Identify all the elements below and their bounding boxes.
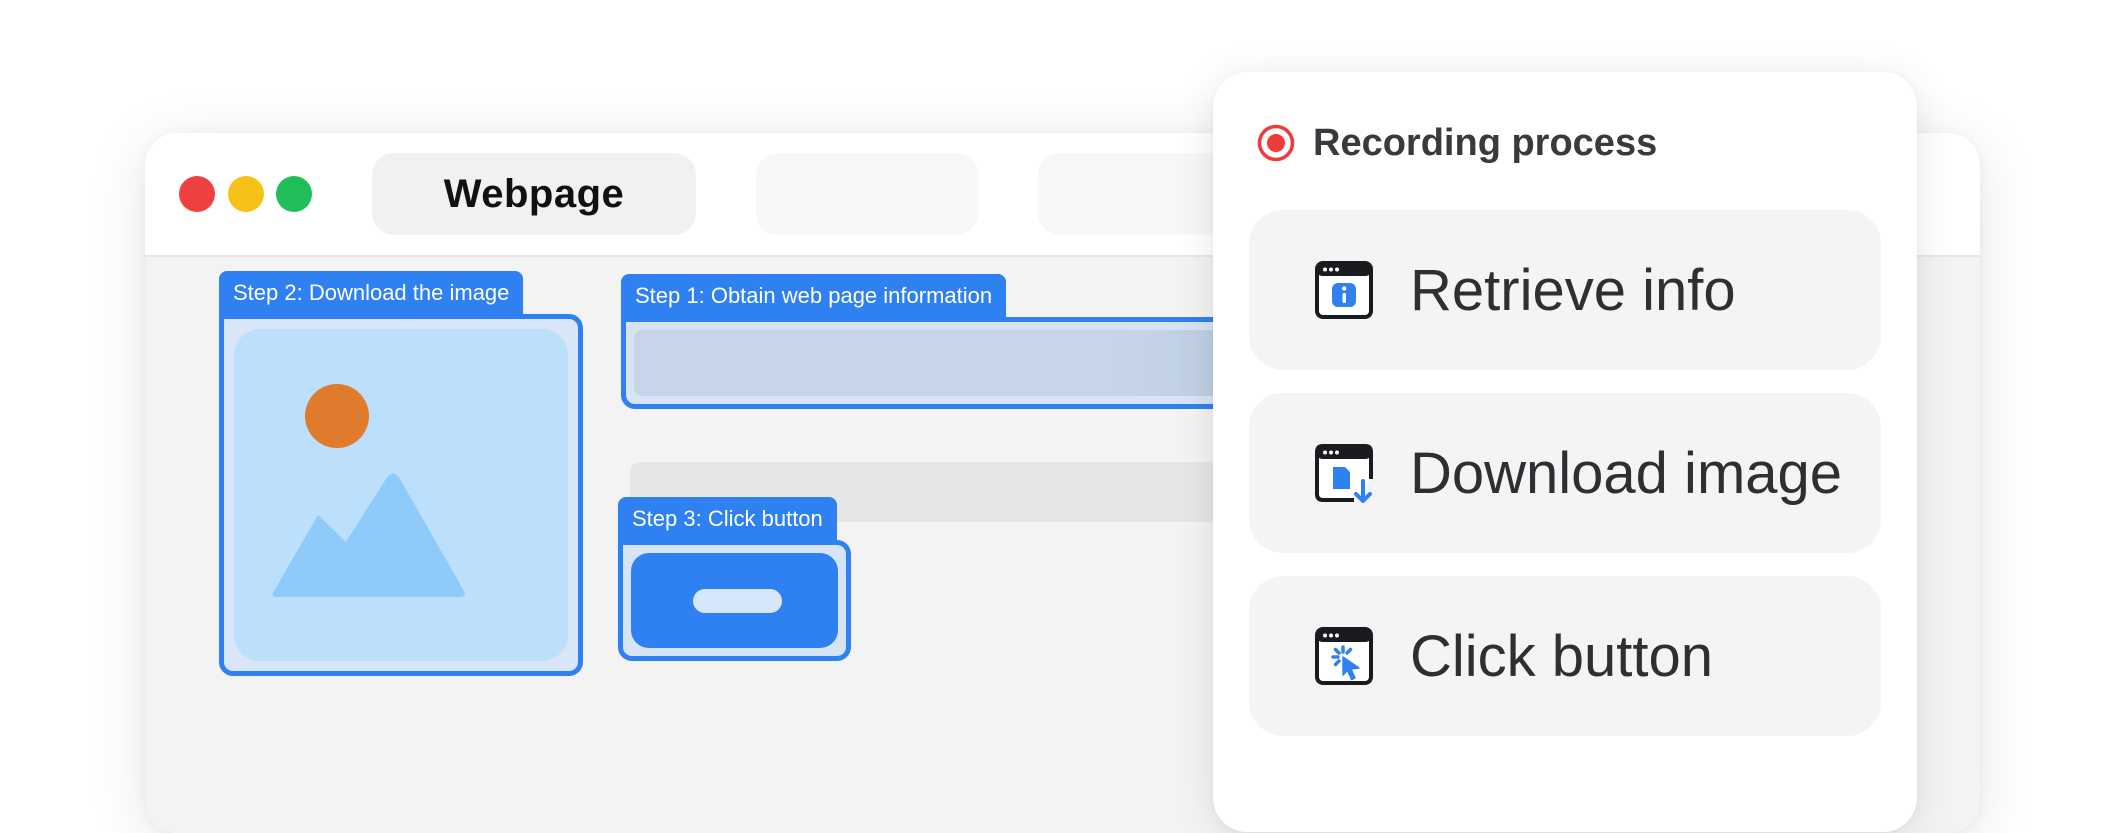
record-icon xyxy=(1257,124,1295,162)
recording-panel: Recording process Retrieve info Download… xyxy=(1213,72,1917,832)
page-button[interactable] xyxy=(631,553,838,648)
step3-label: Step 3: Click button xyxy=(618,497,837,541)
action-label: Retrieve info xyxy=(1410,257,1736,323)
close-window-button[interactable] xyxy=(179,176,215,212)
tab-webpage-label: Webpage xyxy=(443,171,625,216)
tab-webpage[interactable]: Webpage xyxy=(372,153,696,235)
step2-highlight-image[interactable] xyxy=(219,314,583,676)
action-label: Click button xyxy=(1410,623,1714,689)
action-click-button[interactable]: Click button xyxy=(1249,576,1881,736)
action-retrieve-info[interactable]: Retrieve info xyxy=(1249,210,1881,370)
window-info-icon xyxy=(1314,260,1374,320)
action-download-image[interactable]: Download image xyxy=(1249,393,1881,553)
maximize-window-button[interactable] xyxy=(276,176,312,212)
window-click-icon xyxy=(1314,626,1374,686)
minimize-window-button[interactable] xyxy=(228,176,264,212)
action-label: Download image xyxy=(1410,440,1843,506)
step1-label: Step 1: Obtain web page information xyxy=(621,274,1007,318)
image-placeholder xyxy=(234,329,568,661)
step3-highlight-button[interactable] xyxy=(618,540,851,661)
image-icon xyxy=(272,384,465,597)
panel-header: Recording process xyxy=(1257,122,1657,164)
window-download-icon xyxy=(1314,443,1374,503)
tab-placeholder-2[interactable] xyxy=(756,153,978,235)
button-label-placeholder xyxy=(693,589,782,613)
step2-label: Step 2: Download the image xyxy=(219,271,524,315)
panel-title: Recording process xyxy=(1313,121,1658,164)
